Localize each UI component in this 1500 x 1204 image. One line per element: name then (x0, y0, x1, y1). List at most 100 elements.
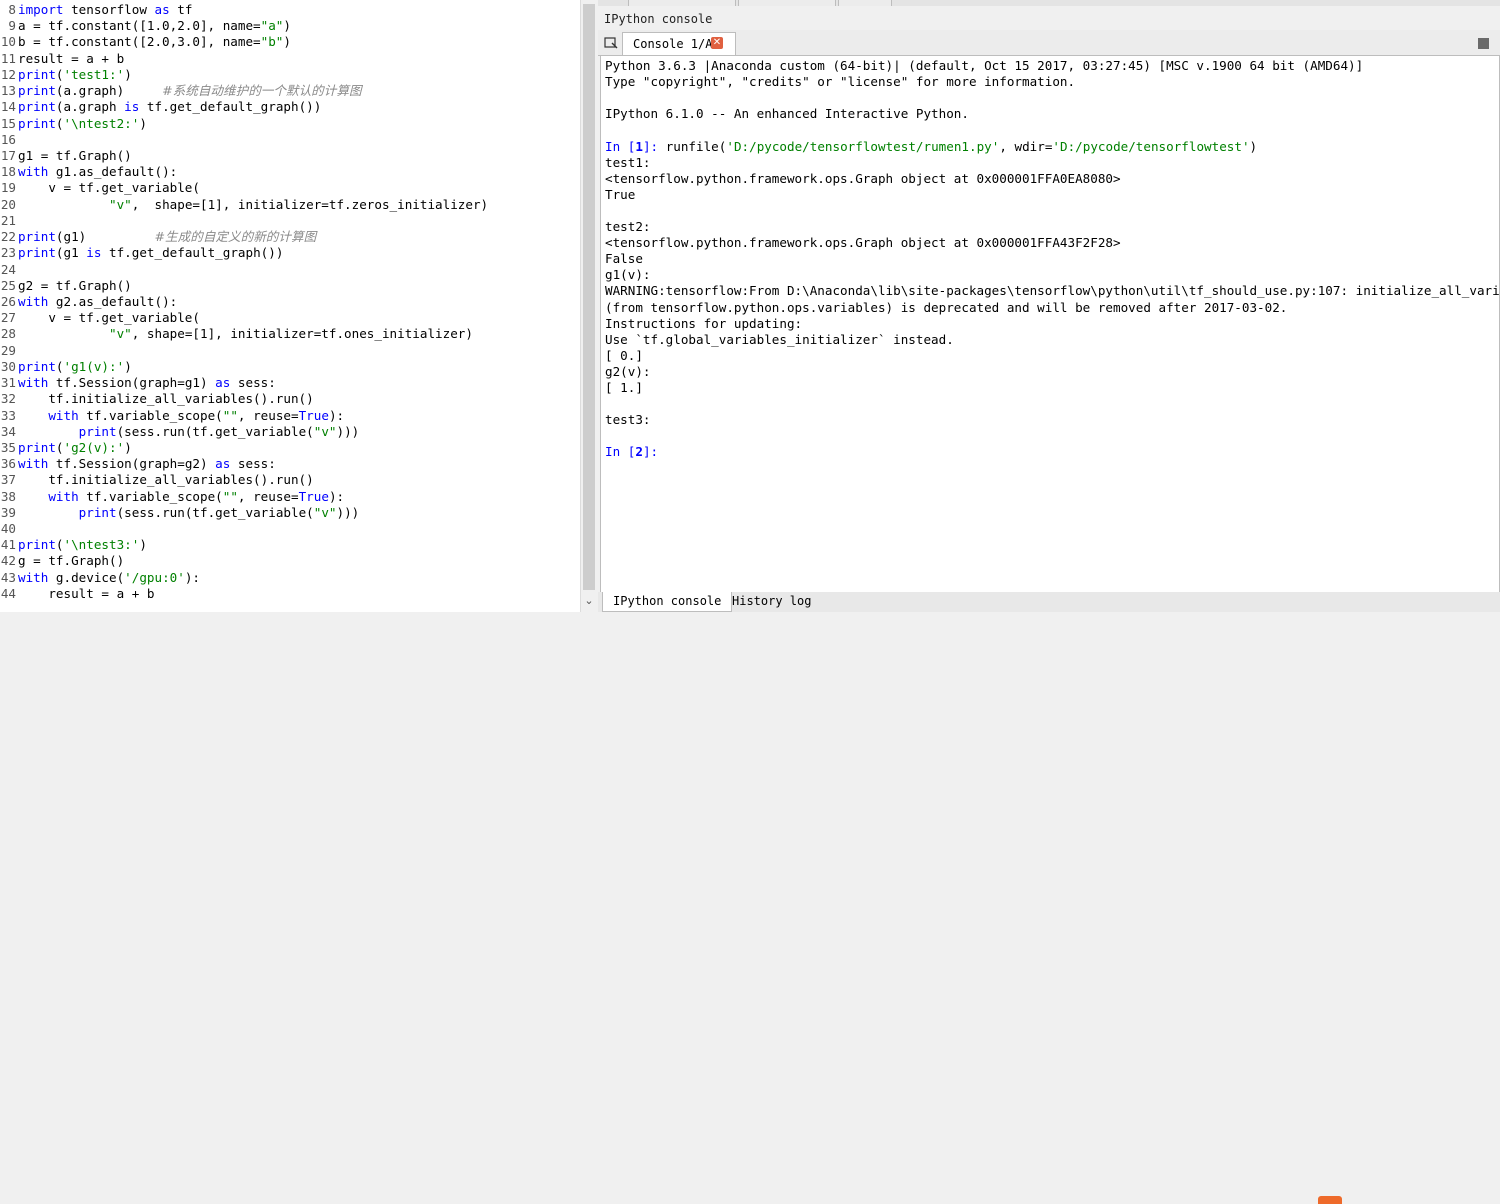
scrollbar-thumb[interactable] (583, 4, 595, 590)
code-token: with (18, 569, 49, 585)
code-token: print (18, 229, 56, 245)
console-token: In [ (605, 138, 636, 154)
code-token: 'g1(v):' (63, 358, 125, 374)
code-token: with (18, 293, 49, 309)
code-text: v = tf.get_variable( (18, 310, 200, 326)
code-token: ) (139, 115, 147, 131)
code-token: g2 = tf.Graph() (18, 277, 132, 293)
code-token: , shape=[1], initializer=tf.ones_initial… (131, 326, 473, 342)
console-token: test2: (605, 219, 651, 234)
console-line: g1(v): (605, 267, 651, 283)
top-tab[interactable] (628, 0, 736, 6)
top-tab[interactable] (738, 0, 836, 6)
code-text: g2 = tf.Graph() (18, 278, 132, 294)
code-token: "v" (313, 423, 337, 439)
code-text: b = tf.constant([2.0,3.0], name="b") (18, 34, 291, 50)
code-token: sess: (230, 456, 276, 472)
code-token: tf.Session(graph=g1) (48, 375, 216, 391)
tab-ipython-console[interactable]: IPython console (602, 592, 733, 612)
code-token: #生成的自定义的新的计算图 (154, 229, 317, 245)
line-number: 25 (0, 277, 16, 293)
top-tab[interactable] (838, 0, 892, 6)
code-text: result = a + b (18, 51, 124, 67)
code-text: "v", shape=[1], initializer=tf.ones_init… (18, 326, 473, 342)
code-token: "" (222, 407, 238, 423)
console-line: WARNING:tensorflow:From D:\Anaconda\lib\… (605, 283, 1499, 299)
code-text: result = a + b (18, 586, 154, 602)
code-token: ))) (336, 423, 360, 439)
chevron-down-icon[interactable]: ⌄ (583, 594, 595, 608)
code-token: ( (55, 537, 64, 553)
console-line: test2: (605, 219, 651, 235)
code-token: 'test1:' (63, 66, 125, 82)
line-number: 19 (0, 180, 16, 196)
browse-tabs-icon[interactable] (604, 36, 618, 49)
line-number: 35 (0, 439, 16, 455)
line-number: 29 (0, 342, 16, 358)
code-token: ( (55, 439, 64, 455)
code-token: v = tf.get_variable( (18, 180, 200, 196)
console-line: test3: (605, 412, 651, 428)
code-token: tf (169, 2, 193, 17)
pane-title: IPython console (604, 12, 713, 26)
console-token: Python 3.6.3 |Anaconda custom (64-bit)| … (605, 58, 1364, 73)
line-number: 43 (0, 569, 16, 585)
code-token: True (298, 407, 329, 423)
line-number: 13 (0, 83, 16, 99)
code-token: print (18, 245, 56, 261)
code-editor[interactable]: 8 import tensorflow as tf 9 a = tf.constant… (0, 0, 580, 612)
code-token: tf.initialize_all_variables().run() (18, 391, 314, 407)
close-icon[interactable]: ✕ (711, 37, 723, 49)
console-tab-label: Console 1/A (633, 37, 713, 51)
code-text: print(sess.run(tf.get_variable("v"))) (18, 505, 360, 521)
line-number: 17 (0, 147, 16, 163)
tab-console-1a[interactable]: Console 1/A ✕ (622, 32, 736, 55)
code-token: ) (124, 66, 132, 82)
console-token: [ 0.] (605, 347, 643, 363)
code-text: print('\ntest2:') (18, 116, 147, 132)
tab-history-log[interactable]: History log (722, 592, 821, 611)
line-number: 22 (0, 229, 16, 245)
console-line: IPython 6.1.0 -- An enhanced Interactive… (605, 106, 969, 122)
code-text: print('test1:') (18, 67, 132, 83)
code-text: v = tf.get_variable( (18, 180, 200, 196)
code-token: #系统自动维护的一个默认的计算图 (162, 83, 362, 99)
code-token: '\ntest2:' (63, 115, 140, 131)
code-text: print('g1(v):') (18, 359, 132, 375)
code-token: result = a + b (18, 585, 155, 601)
code-token: with (48, 407, 79, 423)
code-token: tf.variable_scope( (78, 407, 223, 423)
console-tabbar: Console 1/A ✕ (598, 30, 1500, 56)
code-text: a = tf.constant([1.0,2.0], name="a") (18, 18, 291, 34)
code-token: as (215, 456, 231, 472)
code-token: print (18, 358, 56, 374)
editor-scrollbar[interactable]: ⌄ (580, 0, 598, 612)
code-text: print(g1 is tf.get_default_graph()) (18, 245, 283, 261)
line-number: 8 (8, 2, 16, 17)
line-number: 28 (0, 326, 16, 342)
line-number: 42 (0, 553, 16, 569)
console-line: [ 0.] (605, 348, 643, 364)
line-number: 12 (0, 66, 16, 82)
code-text: with g2.as_default(): (18, 294, 177, 310)
code-token: "a" (260, 18, 284, 34)
code-text: print(a.graph) #系统自动维护的一个默认的计算图 (18, 83, 362, 99)
console-token: ) (1249, 138, 1258, 154)
code-text: import tensorflow as tf (18, 2, 192, 18)
code-token: tf.Session(graph=g2) (48, 456, 216, 472)
code-text: print(a.graph is tf.get_default_graph()) (18, 99, 321, 115)
code-token: v = tf.get_variable( (18, 310, 200, 326)
line-number: 10 (0, 34, 16, 50)
code-token: g1 = tf.Graph() (18, 147, 132, 163)
stop-icon[interactable] (1478, 38, 1489, 49)
console-line: In [2]: (605, 444, 658, 460)
console-token: Use `tf.global_variables_initializer` in… (605, 331, 954, 347)
code-token: "" (222, 488, 238, 504)
ipython-console-pane: IPython console Console 1/A ✕ Python 3.6… (598, 0, 1500, 1204)
code-token: as (154, 2, 170, 17)
code-token: ( (55, 66, 64, 82)
console-output[interactable]: Python 3.6.3 |Anaconda custom (64-bit)| … (600, 55, 1500, 593)
code-token: g = tf.Graph() (18, 553, 125, 569)
